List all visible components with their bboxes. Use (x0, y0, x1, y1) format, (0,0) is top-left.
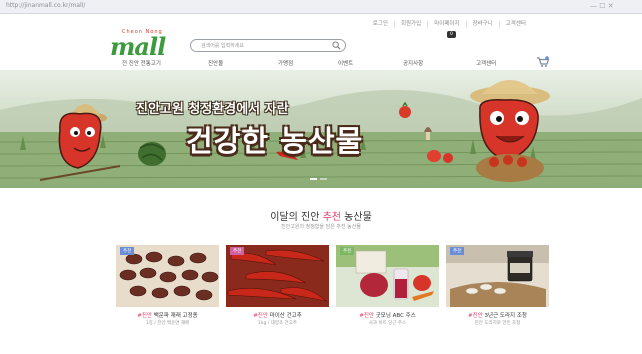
product-name[interactable]: #진안 마이산 건고추 (226, 311, 329, 319)
address-bar[interactable]: http://jinanmall.co.kr/mall/ (6, 2, 85, 9)
product-desc: 진안 도라지로 만든 조청 (474, 321, 521, 326)
product-card[interactable]: 추천 #진안 굿모닝 ABC 주스 사과 비트 당근 주스 (336, 245, 439, 330)
section-title: 이달의 진안 추천 농산물 (0, 208, 642, 223)
product-tag: 추천 (230, 247, 245, 255)
product-prefix: #진안 (468, 313, 483, 319)
product-image-peppers[interactable]: 추천 (226, 245, 329, 307)
signup-link[interactable]: 회원가입 (393, 21, 427, 28)
section-title-highlight: 추천 (322, 212, 341, 223)
cart-icon[interactable] (536, 56, 550, 68)
section-title-post: 농산물 (340, 212, 372, 223)
window-controls[interactable]: — ☐ ✕ (590, 2, 614, 10)
product-card[interactable]: 추천 #진안 3년근 도라지 조청 진안 도라지로 만든 조청 (446, 245, 549, 330)
product-image-juice[interactable]: 추천 (336, 245, 439, 307)
product-tag: 추천 (340, 247, 355, 255)
nav-item-stores[interactable]: 가맹점 (278, 59, 293, 67)
mypage-link[interactable]: 마이페이지 (427, 21, 465, 28)
browser-toolbar: http://jinanmall.co.kr/mall/ — ☐ ✕ (0, 0, 642, 14)
product-name[interactable]: #진안 3년근 도라지 조청 (446, 311, 549, 319)
nav-item-notice[interactable]: 공지사항 (403, 59, 423, 67)
customer-center-link[interactable]: 고객센터 (498, 21, 532, 28)
cart-link[interactable]: 장바구니 (465, 21, 499, 28)
hero-headline-small: 진안고원 청정환경에서 자란 (136, 102, 289, 117)
product-image-beans[interactable]: 추천 (116, 245, 219, 307)
product-desc: 사과 비트 당근 주스 (368, 321, 407, 326)
section-subtitle: 진안고원의 청정함을 담은 추천 농산물 (281, 224, 361, 230)
product-desc: 1kg / 태양초 건고추 (258, 321, 297, 326)
product-prefix: #진안 (359, 313, 374, 319)
product-tag: 추천 (450, 247, 465, 255)
search-icon[interactable] (332, 41, 341, 50)
nav-item-support[interactable]: 고객센터 (476, 59, 496, 67)
product-card[interactable]: 추천 #진안 백운파 재래 고정종 1봉 / 진안 백운면 재배 (116, 245, 219, 330)
search-box[interactable]: 검색어를 입력하세요 (190, 39, 346, 52)
login-link[interactable]: 로그인 (367, 21, 394, 28)
nav-item-all[interactable]: 전 진안 전통고기 (122, 59, 161, 67)
nav-item-mall[interactable]: 진안몰 (208, 59, 223, 67)
product-name[interactable]: #진안 굿모닝 ABC 주스 (336, 311, 439, 319)
product-prefix: #진안 (137, 313, 152, 319)
product-title: 굿모닝 ABC 주스 (373, 313, 416, 319)
product-prefix: #진안 (253, 313, 268, 319)
product-title: 마이산 건고추 (267, 313, 302, 319)
nav-item-events[interactable]: 이벤트 (338, 59, 353, 67)
site-logo[interactable]: mall (110, 32, 166, 61)
product-name[interactable]: #진안 백운파 재래 고정종 (116, 311, 219, 319)
product-desc: 1봉 / 진안 백운면 재배 (145, 321, 190, 326)
product-card[interactable]: 추천 #진안 마이산 건고추 1kg / 태양초 건고추 (226, 245, 329, 330)
section-title-pre: 이달의 진안 (270, 212, 323, 223)
product-image-syrup[interactable]: 추천 (446, 245, 549, 307)
product-title: 백운파 재래 고정종 (152, 313, 198, 319)
cart-count-badge: 0 (447, 31, 456, 38)
product-title: 3년근 도라지 조청 (482, 313, 527, 319)
search-input[interactable]: 검색어를 입력하세요 (201, 42, 244, 49)
top-utility-menu: 로그인 회원가입 마이페이지 장바구니 고객센터 (367, 21, 532, 28)
hero-headline-large: 건강한 농산물 (186, 124, 364, 158)
product-tag: 추천 (120, 247, 135, 255)
